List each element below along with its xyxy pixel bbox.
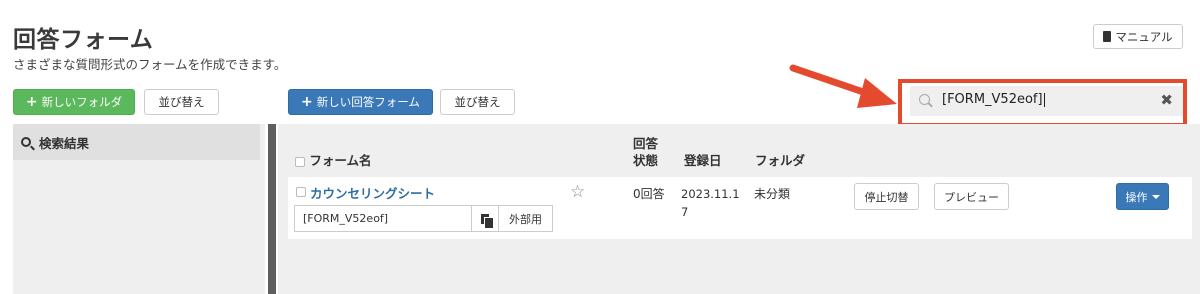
manual-button-label: マニュアル	[1115, 29, 1173, 44]
copy-button[interactable]	[471, 205, 499, 232]
table-row: カウンセリングシート [FORM_V52eof] 外部用 ☆ 0回答 2023.…	[288, 177, 1192, 239]
column-name-label: フォーム名	[309, 153, 372, 168]
sidebar: 検索結果	[13, 124, 265, 294]
row-checkbox[interactable]	[296, 187, 306, 197]
search-icon	[21, 137, 31, 147]
registered-date-line1: 2023.11.1	[681, 187, 740, 201]
copy-icon	[481, 213, 494, 229]
sidebar-item-search-results[interactable]: 検索結果	[13, 124, 260, 160]
external-button[interactable]: 外部用	[498, 205, 553, 232]
column-header-registered: 登録日	[684, 153, 722, 168]
search-value: [FORM_V52eof]	[942, 92, 1043, 107]
star-icon[interactable]: ☆	[570, 182, 585, 202]
sort-folders-label: 並び替え	[158, 95, 205, 109]
column-header-folder: フォルダ	[755, 153, 806, 168]
page-title: 回答フォーム	[13, 27, 154, 53]
caret-down-icon	[1151, 194, 1160, 199]
page-description: さまざまな質問形式のフォームを作成できます。	[13, 57, 287, 72]
search-input[interactable]: [FORM_V52eof] ✖	[910, 86, 1183, 116]
new-form-button[interactable]: + 新しい回答フォーム	[288, 89, 433, 115]
select-all-checkbox[interactable]	[295, 156, 305, 167]
new-form-label: 新しい回答フォーム	[316, 95, 420, 109]
actions-dropdown-button[interactable]: 操作	[1116, 183, 1169, 210]
sort-folders-button[interactable]: 並び替え	[144, 89, 219, 115]
book-icon	[1103, 31, 1112, 42]
form-id-field[interactable]: [FORM_V52eof]	[294, 205, 472, 232]
annotation-arrow	[789, 64, 897, 108]
plus-icon: +	[25, 94, 38, 110]
actions-label: 操作	[1125, 190, 1148, 204]
stop-toggle-button[interactable]: 停止切替	[854, 183, 919, 210]
response-count: 0回答	[633, 187, 665, 201]
folder-name: 未分類	[754, 187, 791, 201]
pane-divider[interactable]	[268, 124, 276, 294]
new-folder-label: 新しいフォルダ	[41, 95, 123, 109]
text-caret	[1043, 92, 1045, 107]
clear-icon[interactable]: ✖	[1160, 91, 1173, 109]
sort-forms-label: 並び替え	[454, 95, 501, 109]
sidebar-item-label: 検索結果	[39, 135, 90, 151]
column-header-name: フォーム名	[295, 150, 372, 169]
new-folder-button[interactable]: + 新しいフォルダ	[13, 89, 135, 115]
plus-icon: +	[301, 94, 313, 110]
search-icon	[919, 94, 930, 105]
manual-button[interactable]: マニュアル	[1093, 24, 1183, 49]
form-name-link[interactable]: カウンセリングシート	[310, 183, 435, 202]
form-table: フォーム名 回答 状態 登録日 フォルダ カウンセリングシート [FORM_V5…	[278, 124, 1200, 294]
sort-forms-button[interactable]: 並び替え	[440, 89, 515, 115]
registered-date-line2: 7	[681, 205, 689, 219]
column-header-status-line2: 状態	[633, 153, 659, 168]
preview-button[interactable]: プレビュー	[934, 183, 1009, 210]
